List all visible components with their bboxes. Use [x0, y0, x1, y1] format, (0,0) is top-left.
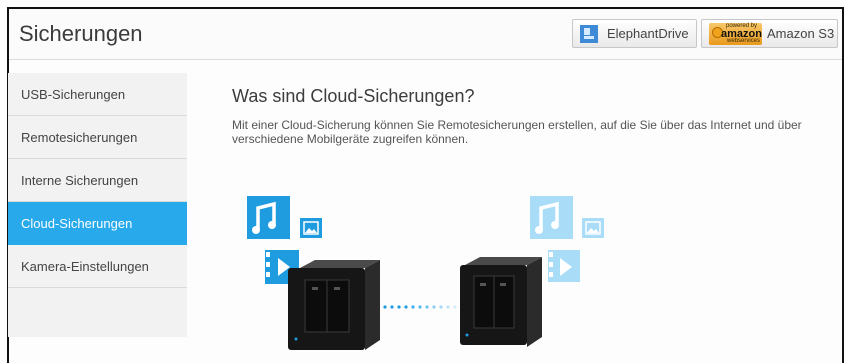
video-icon-faded	[548, 250, 580, 282]
nas-device-left	[288, 260, 380, 350]
music-icon-faded	[530, 196, 573, 239]
cloud-backup-illustration	[247, 196, 604, 350]
nas-device-right	[460, 257, 542, 347]
image-icon	[300, 218, 322, 238]
connection-dots	[383, 305, 457, 309]
image-icon-faded	[582, 218, 604, 238]
music-icon	[247, 196, 290, 239]
